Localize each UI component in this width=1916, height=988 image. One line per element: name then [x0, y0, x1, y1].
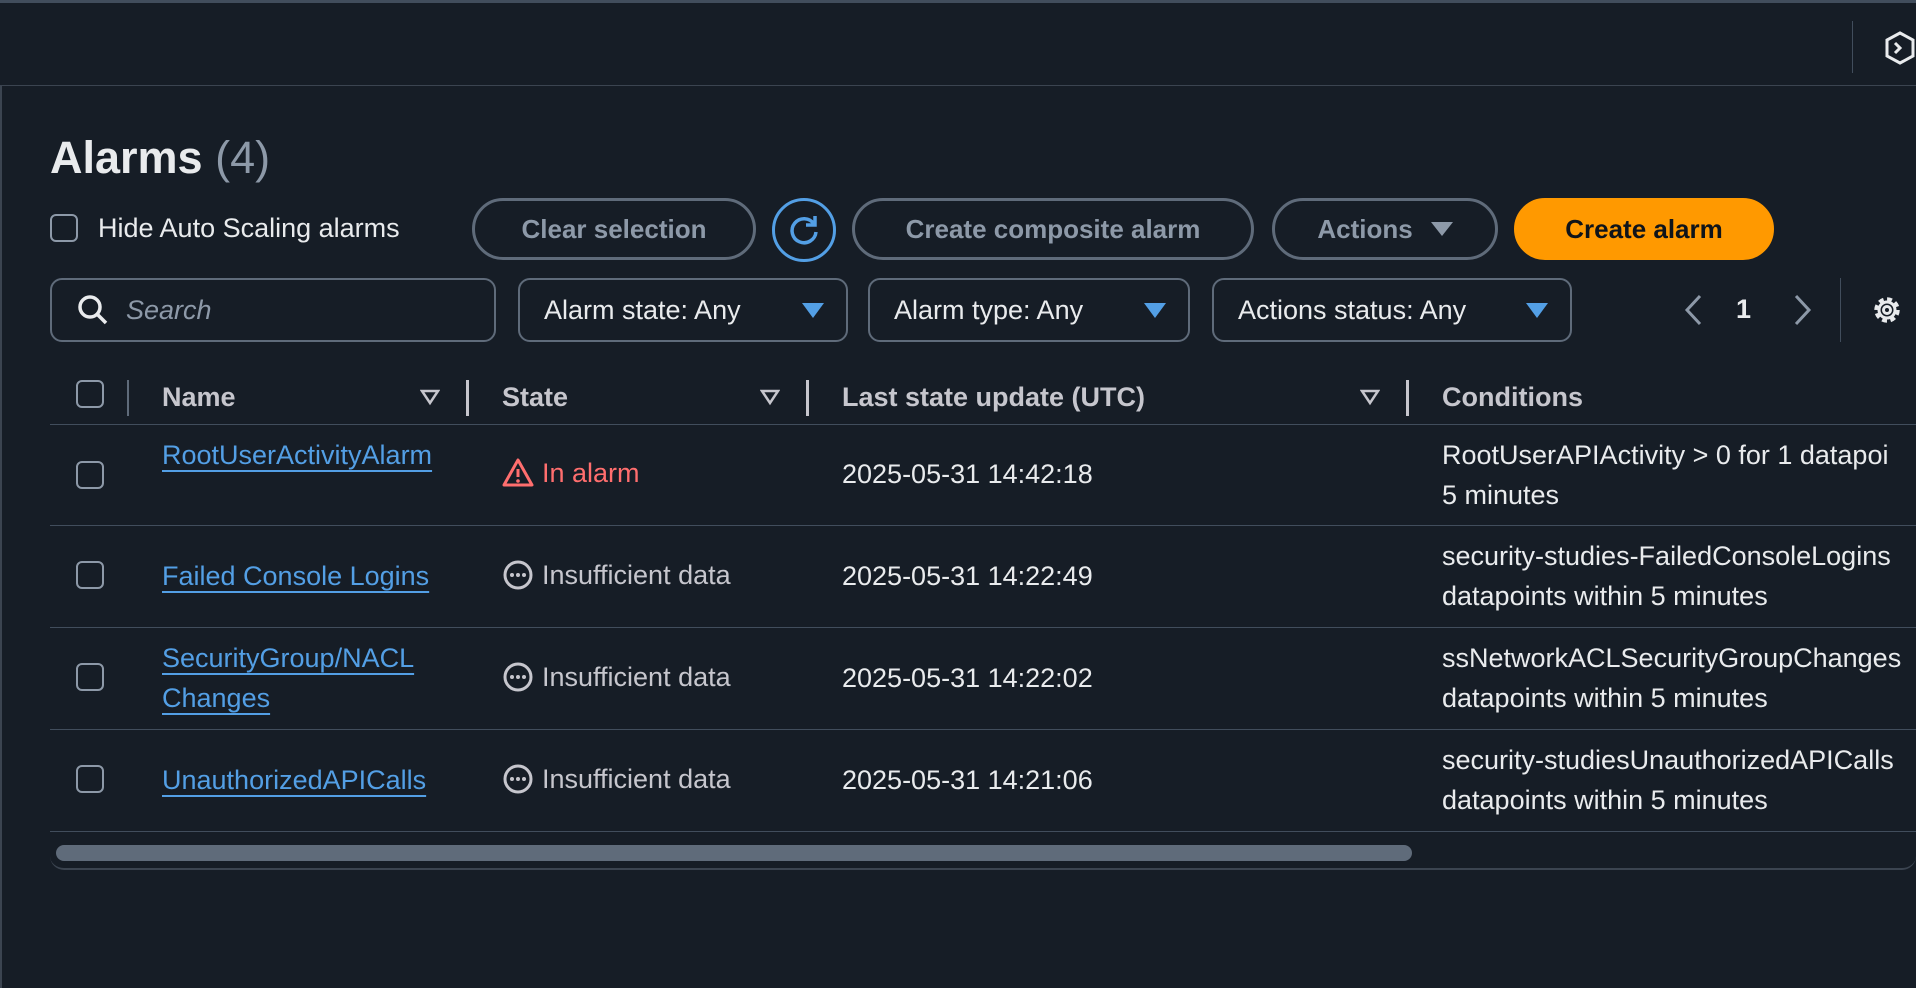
conditions-cell: ssNetworkACLSecurityGroupChanges datapoi…: [1442, 638, 1916, 718]
conditions-line: RootUserAPIActivity > 0 for 1 datapoi: [1442, 440, 1889, 470]
alarm-state-filter[interactable]: Alarm state: Any: [518, 278, 848, 342]
state-label: In alarm: [542, 457, 640, 488]
ellipsis-circle-icon: [503, 560, 533, 590]
caret-down-icon: [1526, 302, 1548, 318]
conditions-cell: security-studiesUnauthorizedAPICalls dat…: [1442, 740, 1916, 820]
refresh-button[interactable]: [772, 198, 836, 262]
conditions-line: datapoints within 5 minutes: [1442, 785, 1768, 815]
state-label: Insufficient data: [542, 763, 731, 794]
row-checkbox[interactable]: [76, 663, 104, 691]
row-checkbox[interactable]: [76, 765, 104, 793]
conditions-line: datapoints within 5 minutes: [1442, 683, 1768, 713]
state-label: Insufficient data: [542, 559, 731, 590]
actions-label: Actions: [1317, 213, 1413, 244]
sort-icon[interactable]: [1360, 388, 1380, 406]
sort-icon[interactable]: [760, 388, 780, 406]
alarm-name-link[interactable]: SecurityGroup/NACL Changes: [162, 638, 452, 718]
ellipsis-circle-icon: [503, 662, 533, 692]
horizontal-scrollbar-thumb[interactable]: [56, 845, 1412, 861]
clear-selection-button[interactable]: Clear selection: [472, 198, 756, 260]
last-update-cell: 2025-05-31 14:42:18: [842, 459, 1093, 489]
state-label: Insufficient data: [542, 661, 731, 692]
row-checkbox[interactable]: [76, 461, 104, 489]
alarm-name-link[interactable]: UnauthorizedAPICalls: [162, 760, 452, 800]
table-row: UnauthorizedAPICalls Insufficient data 2…: [50, 730, 1916, 832]
column-header-name[interactable]: Name: [162, 370, 236, 424]
column-header-conditions[interactable]: Conditions: [1442, 370, 1583, 424]
create-composite-alarm-button[interactable]: Create composite alarm: [852, 198, 1254, 260]
refresh-icon: [790, 216, 818, 245]
last-update-cell: 2025-05-31 14:22:02: [842, 663, 1093, 693]
alarm-count: (4): [215, 132, 271, 183]
warning-icon: [502, 458, 534, 487]
last-update-cell: 2025-05-31 14:21:06: [842, 765, 1093, 795]
previous-page-icon[interactable]: [1682, 292, 1704, 328]
topbar-divider: [1852, 21, 1853, 73]
page-title: Alarms (4): [50, 132, 270, 184]
conditions-line: security-studies-FailedConsoleLogins: [1442, 541, 1891, 571]
ellipsis-circle-icon: [503, 764, 533, 794]
search-input[interactable]: [124, 293, 488, 327]
top-navigation-bar: [0, 0, 1916, 86]
actions-status-filter-label: Actions status: Any: [1238, 294, 1467, 325]
alarm-type-filter[interactable]: Alarm type: Any: [868, 278, 1190, 342]
alarms-table: Name State Last state update (UTC) Condi…: [50, 370, 1916, 868]
left-border: [0, 86, 2, 988]
search-icon: [78, 295, 108, 325]
alarm-name-link[interactable]: Failed Console Logins: [162, 556, 452, 596]
column-header-state[interactable]: State: [502, 370, 568, 424]
caret-down-icon: [1144, 302, 1166, 318]
column-resizer[interactable]: [1406, 380, 1409, 416]
conditions-cell: RootUserAPIActivity > 0 for 1 datapoi 5 …: [1442, 435, 1916, 515]
column-header-last-update[interactable]: Last state update (UTC): [842, 370, 1145, 424]
column-divider: [127, 380, 129, 416]
hide-autoscaling-checkbox[interactable]: [50, 214, 78, 242]
conditions-line: datapoints within 5 minutes: [1442, 581, 1768, 611]
page-title-text: Alarms: [50, 132, 203, 183]
alarm-name-link[interactable]: RootUserActivityAlarm: [162, 435, 452, 475]
row-checkbox[interactable]: [76, 561, 104, 589]
column-resizer[interactable]: [806, 380, 809, 416]
cloudshell-icon[interactable]: [1884, 31, 1916, 65]
table-row: SecurityGroup/NACL Changes Insufficient …: [50, 628, 1916, 730]
pager-divider: [1840, 278, 1841, 342]
select-all-checkbox[interactable]: [76, 380, 104, 408]
caret-down-icon: [1430, 222, 1453, 236]
state-cell: Insufficient data: [502, 661, 731, 693]
state-cell: In alarm: [502, 457, 640, 489]
caret-down-icon: [802, 302, 824, 318]
next-page-icon[interactable]: [1792, 292, 1814, 328]
sort-icon[interactable]: [420, 388, 440, 406]
hide-autoscaling-label[interactable]: Hide Auto Scaling alarms: [98, 213, 400, 244]
alarm-state-filter-label: Alarm state: Any: [544, 294, 741, 325]
conditions-line: ssNetworkACLSecurityGroupChanges: [1442, 643, 1902, 673]
current-page-number[interactable]: 1: [1736, 294, 1751, 325]
state-cell: Insufficient data: [502, 559, 731, 591]
column-resizer[interactable]: [466, 380, 469, 416]
state-cell: Insufficient data: [502, 763, 731, 795]
settings-gear-icon[interactable]: [1870, 293, 1904, 327]
actions-dropdown[interactable]: Actions: [1272, 198, 1498, 260]
table-row: RootUserActivityAlarm In alarm 2025-05-3…: [50, 424, 1916, 526]
conditions-line: security-studiesUnauthorizedAPICalls: [1442, 745, 1894, 775]
create-alarm-button[interactable]: Create alarm: [1514, 198, 1774, 260]
last-update-cell: 2025-05-31 14:22:49: [842, 561, 1093, 591]
alarm-type-filter-label: Alarm type: Any: [894, 294, 1084, 325]
search-box[interactable]: [50, 278, 496, 342]
conditions-line: 5 minutes: [1442, 480, 1560, 510]
conditions-cell: security-studies-FailedConsoleLogins dat…: [1442, 536, 1916, 616]
actions-status-filter[interactable]: Actions status: Any: [1212, 278, 1572, 342]
table-row: Failed Console Logins Insufficient data …: [50, 526, 1916, 628]
